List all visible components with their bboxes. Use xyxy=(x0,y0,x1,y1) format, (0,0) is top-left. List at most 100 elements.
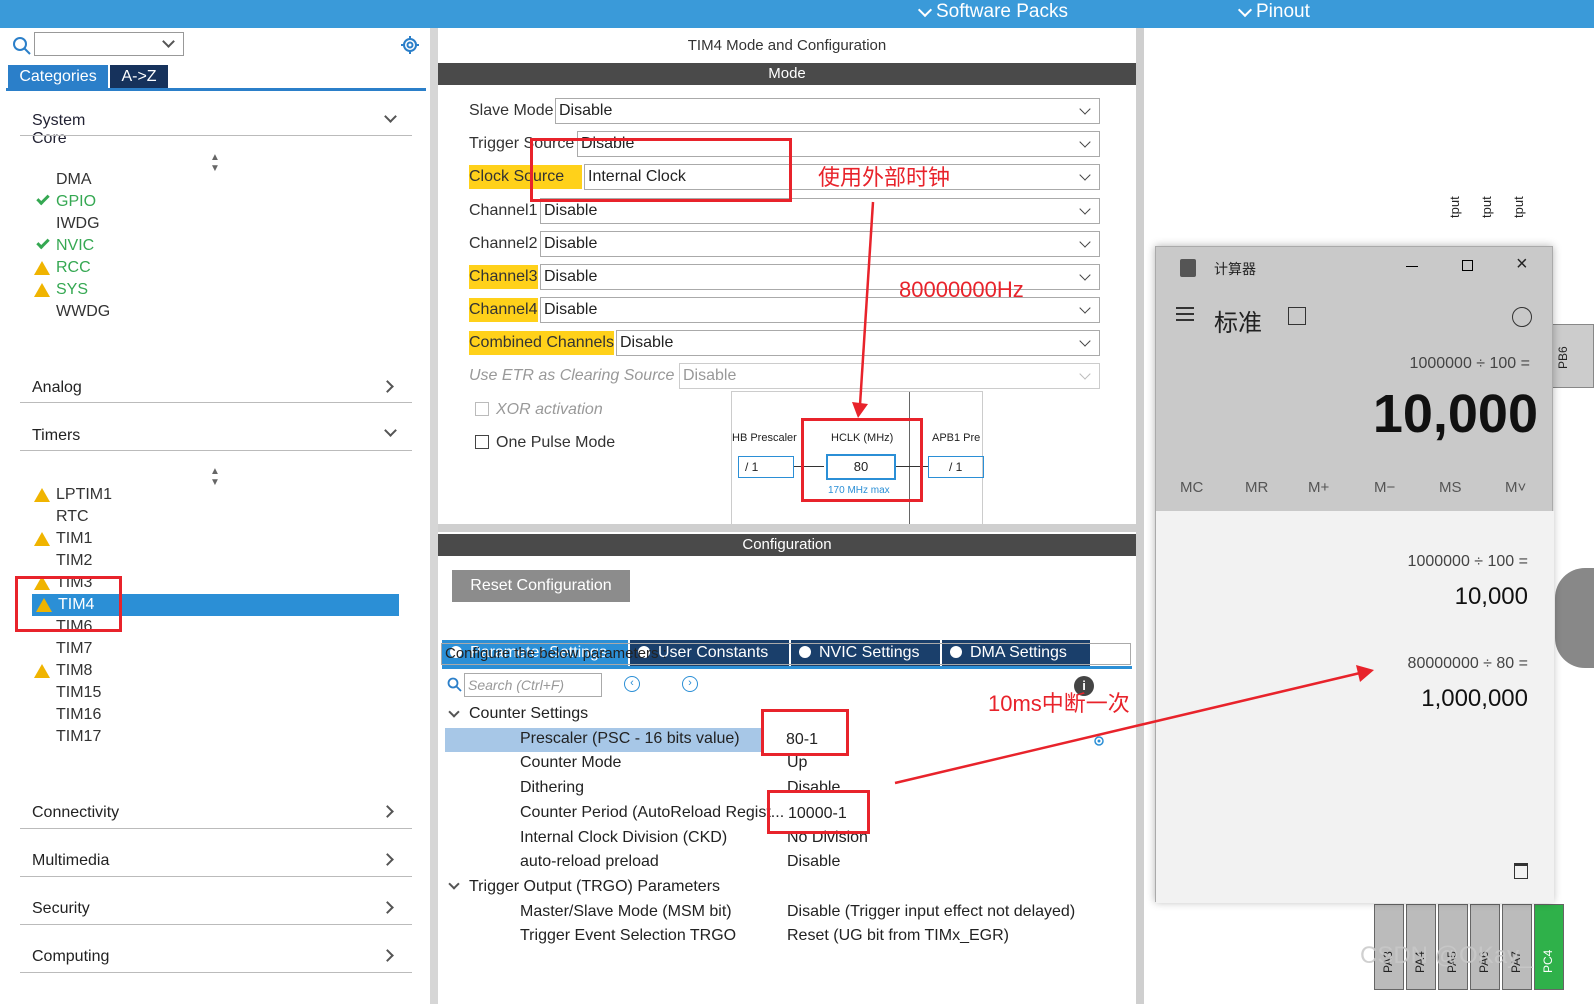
list-item-gpio[interactable]: GPIO xyxy=(56,193,96,211)
collapse-icon[interactable] xyxy=(448,878,460,890)
collapse-icon[interactable] xyxy=(448,706,460,718)
chevron-right-icon[interactable] xyxy=(381,380,394,393)
tab-a-z[interactable]: A->Z xyxy=(110,65,168,89)
chevron-down-icon xyxy=(917,2,933,17)
previous-result-icon[interactable]: ‹ xyxy=(624,676,640,692)
list-item-lptim1[interactable]: LPTIM1 xyxy=(56,486,112,504)
param-value[interactable]: Reset (UG bit from TIMx_EGR) xyxy=(787,927,1009,945)
chevron-right-icon[interactable] xyxy=(381,805,394,818)
minimize-icon[interactable] xyxy=(1406,266,1418,267)
section-connectivity[interactable]: Connectivity xyxy=(32,804,119,822)
list-item-tim1[interactable]: TIM1 xyxy=(56,530,92,548)
ms-button[interactable]: MS xyxy=(1439,479,1462,496)
history-result[interactable]: 10,000 xyxy=(1455,583,1528,611)
chevron-right-icon[interactable] xyxy=(381,853,394,866)
divider xyxy=(20,876,412,877)
search-icon xyxy=(447,677,462,692)
keep-on-top-icon[interactable] xyxy=(1288,307,1306,325)
section-system-core[interactable]: System Core xyxy=(32,112,85,148)
reset-configuration-button[interactable]: Reset Configuration xyxy=(452,570,630,602)
mr-button[interactable]: MR xyxy=(1245,479,1268,496)
param-name: Counter Mode xyxy=(520,754,622,771)
divider xyxy=(20,402,412,403)
chevron-right-icon[interactable] xyxy=(381,949,394,962)
sort-icon[interactable]: ▲ ▼ xyxy=(210,152,220,174)
trash-icon[interactable] xyxy=(1514,863,1528,879)
m-dropdown-button[interactable]: M˅ xyxy=(1505,479,1526,496)
close-icon[interactable]: × xyxy=(1516,253,1528,276)
list-item-wwdg[interactable]: WWDG xyxy=(56,303,110,321)
pin-pb6[interactable]: PB6 xyxy=(1552,324,1594,388)
pin-label: tput xyxy=(1447,196,1462,218)
chevron-right-icon[interactable] xyxy=(381,901,394,914)
m-plus-button[interactable]: M+ xyxy=(1308,479,1329,496)
section-computing[interactable]: Computing xyxy=(32,948,109,966)
gear-icon[interactable] xyxy=(1092,734,1106,748)
param-name: Internal Clock Division (CKD) xyxy=(520,829,728,846)
pinout-menu[interactable]: Pinout xyxy=(1237,1,1310,23)
param-search-input[interactable]: Search (Ctrl+F) xyxy=(464,673,602,697)
splitter[interactable] xyxy=(438,524,1136,532)
list-item-tim15[interactable]: TIM15 xyxy=(56,684,101,702)
list-item-iwdg[interactable]: IWDG xyxy=(56,215,100,233)
section-timers[interactable]: Timers xyxy=(32,427,80,445)
combined-channels-select[interactable]: Disable xyxy=(616,330,1100,356)
m-minus-button[interactable]: M− xyxy=(1374,479,1395,496)
warning-icon xyxy=(34,488,50,502)
list-item-tim16[interactable]: TIM16 xyxy=(56,706,101,724)
slave-mode-select[interactable]: Disable xyxy=(555,98,1100,124)
splitter[interactable] xyxy=(430,28,438,1004)
list-item-nvic[interactable]: NVIC xyxy=(56,237,94,255)
list-item-sys[interactable]: SYS xyxy=(56,281,88,299)
list-item-dma[interactable]: DMA xyxy=(56,171,92,189)
pin-pc4[interactable]: PC4 xyxy=(1534,904,1564,990)
annotation-box xyxy=(530,138,792,202)
software-packs-menu[interactable]: Software Packs xyxy=(917,1,1068,23)
apb1-prescaler-select[interactable]: / 1 xyxy=(928,456,984,478)
mc-button[interactable]: MC xyxy=(1180,479,1203,496)
channel4-label: Channel4 xyxy=(469,298,538,322)
param-name: Prescaler (PSC - 16 bits value) xyxy=(520,730,740,747)
list-item-tim7[interactable]: TIM7 xyxy=(56,640,92,658)
param-value[interactable]: Disable (Trigger input effect not delaye… xyxy=(787,903,1075,921)
list-item-tim2[interactable]: TIM2 xyxy=(56,552,92,570)
chevron-down-icon[interactable] xyxy=(384,110,397,123)
list-item-rtc[interactable]: RTC xyxy=(56,508,89,526)
watermark: CSDN @OKay_ xyxy=(1360,942,1533,969)
menu-icon[interactable] xyxy=(1176,307,1194,321)
tab-categories[interactable]: Categories xyxy=(8,65,108,89)
hb-prescaler-select[interactable]: / 1 xyxy=(738,456,794,478)
list-item-rcc[interactable]: RCC xyxy=(56,259,91,277)
chevron-down-icon xyxy=(1237,2,1253,17)
maximize-icon[interactable] xyxy=(1462,260,1473,271)
etr-clearing-label: Use ETR as Clearing Source xyxy=(469,367,675,384)
history-expression[interactable]: 1000000 ÷ 100 = xyxy=(1408,553,1528,571)
config-header: Configuration xyxy=(438,534,1136,556)
history-expression[interactable]: 80000000 ÷ 80 = xyxy=(1408,655,1528,673)
search-icon[interactable] xyxy=(12,36,32,56)
section-analog[interactable]: Analog xyxy=(32,379,82,397)
list-item-tim17[interactable]: TIM17 xyxy=(56,728,101,746)
etr-clearing-select: Disable xyxy=(679,363,1100,389)
combined-channels-label: Combined Channels xyxy=(469,331,614,355)
annotation-interrupt: 10ms中断一次 xyxy=(988,691,1130,716)
section-security[interactable]: Security xyxy=(32,900,90,918)
gear-icon[interactable] xyxy=(400,35,420,55)
history-icon[interactable] xyxy=(1512,307,1532,327)
chevron-down-icon[interactable] xyxy=(384,424,397,437)
history-result[interactable]: 1,000,000 xyxy=(1421,685,1528,713)
pin-label: tput xyxy=(1511,196,1526,218)
splitter[interactable] xyxy=(1136,28,1144,1004)
param-value[interactable]: Disable xyxy=(787,853,840,871)
sort-icon[interactable]: ▲ ▼ xyxy=(210,466,220,488)
divider xyxy=(20,828,412,829)
section-multimedia[interactable]: Multimedia xyxy=(32,852,109,870)
search-combobox[interactable] xyxy=(34,32,184,56)
channel2-select[interactable]: Disable xyxy=(540,231,1100,257)
divider xyxy=(20,135,412,136)
one-pulse-checkbox[interactable] xyxy=(475,435,489,449)
param-value[interactable]: Up xyxy=(787,754,807,772)
list-item-tim8[interactable]: TIM8 xyxy=(56,662,92,680)
next-result-icon[interactable]: › xyxy=(682,676,698,692)
counter-settings-header: Counter Settings xyxy=(469,705,589,722)
